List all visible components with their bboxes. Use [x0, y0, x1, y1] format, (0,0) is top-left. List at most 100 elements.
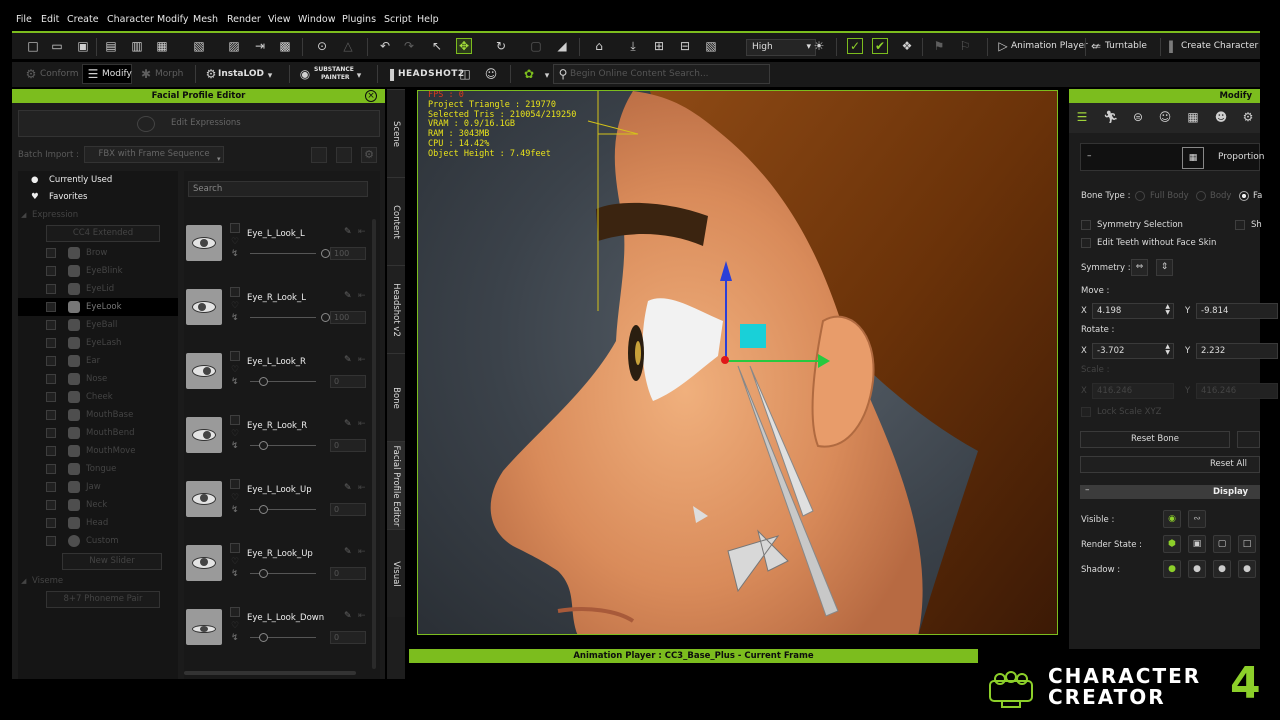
animation-player-icon[interactable]: ▷ [996, 39, 1010, 53]
light-icon[interactable]: ☀ [812, 39, 826, 53]
chevron-down-icon[interactable]: ▾ [217, 155, 221, 163]
lock-scale-checkbox[interactable] [1081, 407, 1091, 417]
heart-icon[interactable]: ♡ [231, 557, 239, 567]
checkbox[interactable] [46, 500, 56, 510]
slider-value-field[interactable]: 100 [330, 247, 366, 260]
tree-item-tongue[interactable]: Tongue [18, 460, 178, 478]
checkbox[interactable] [46, 374, 56, 384]
slider-knob[interactable] [259, 441, 268, 450]
proportion-header[interactable]: – ▦ Proportion [1080, 143, 1264, 171]
tab-scene[interactable]: Scene [387, 89, 405, 177]
tree-item-brow[interactable]: Brow [18, 244, 178, 262]
slider-value-field[interactable]: 0 [330, 439, 366, 452]
flag-icon[interactable]: ⚐ [958, 39, 972, 53]
slider-knob[interactable] [259, 505, 268, 514]
morph-icon[interactable]: ⊜ [1131, 110, 1145, 124]
new-file-icon[interactable]: □ [26, 39, 40, 53]
tree-item-favorites[interactable]: ♥ Favorites [18, 188, 178, 206]
move-x-field[interactable]: 4.198 ▲ ▼ [1092, 303, 1174, 319]
batch-import-select[interactable]: FBX with Frame Sequence [84, 146, 224, 163]
shadow-receive-icon[interactable]: ● [1188, 560, 1206, 578]
checkbox[interactable] [230, 415, 240, 425]
head-icon[interactable]: ☻ [1214, 110, 1228, 124]
import-icon[interactable]: ▤ [104, 39, 118, 53]
checkbox[interactable] [46, 446, 56, 456]
pin-icon[interactable]: ✎ [344, 483, 352, 493]
3d-viewport[interactable]: FPS : 0 Project Triangle : 219770 Select… [417, 90, 1058, 635]
tab-bone[interactable]: Bone [387, 353, 405, 441]
slider-knob[interactable] [321, 313, 330, 322]
checkbox[interactable] [46, 392, 56, 402]
tab-headshot-v2[interactable]: Headshot v2 [387, 265, 405, 353]
radio-full-body[interactable] [1135, 191, 1145, 201]
modify-button[interactable]: ☰ Modify [82, 64, 132, 84]
chevron-down-icon[interactable]: ▾ [540, 69, 554, 83]
tree-item-jaw[interactable]: Jaw [18, 478, 178, 496]
heart-icon[interactable]: ♡ [231, 301, 239, 311]
checkbox[interactable] [230, 479, 240, 489]
heart-icon[interactable]: ♡ [231, 237, 239, 247]
checkbox[interactable] [46, 482, 56, 492]
chevron-down-icon[interactable]: ▾ [352, 69, 366, 83]
tree-item-neck[interactable]: Neck [18, 496, 178, 514]
lightning-icon[interactable]: ↯ [231, 377, 239, 387]
instalod-icon[interactable]: ⚙ [204, 67, 218, 81]
redo-icon[interactable]: ↷ [402, 39, 416, 53]
heart-icon[interactable]: ♡ [231, 493, 239, 503]
pin-icon[interactable]: ✎ [344, 227, 352, 237]
lightning-icon[interactable]: ↯ [231, 441, 239, 451]
menu-edit[interactable]: Edit [41, 14, 59, 25]
fbx-export-icon[interactable]: ▧ [192, 39, 206, 53]
checkbox[interactable] [46, 284, 56, 294]
checkbox[interactable] [230, 223, 240, 233]
headshot-icon[interactable]: ❚ [385, 67, 399, 81]
headshot-button[interactable]: HEADSHOT2 [398, 69, 465, 79]
headshot-face-icon[interactable]: ☺ [484, 67, 498, 81]
gear-icon[interactable]: ⚙ [1241, 110, 1255, 124]
animation-player-bar[interactable]: Animation Player : CC3_Base_Plus - Curre… [409, 649, 978, 663]
scale-x-field[interactable]: 416.246 [1092, 383, 1174, 399]
lightning-icon[interactable]: ↯ [231, 633, 239, 643]
cube-icon[interactable]: ▣ [1188, 535, 1206, 553]
tree-item-head[interactable]: Head [18, 514, 178, 532]
slider-value-field[interactable]: 0 [330, 631, 366, 644]
checkbox[interactable] [46, 356, 56, 366]
bounding-box-icon[interactable]: □ [1238, 535, 1256, 553]
checkbox[interactable] [46, 410, 56, 420]
tree-item-cheek[interactable]: Cheek [18, 388, 178, 406]
select-arrow-icon[interactable]: ↖ [430, 39, 444, 53]
open-folder-icon[interactable]: ▭ [50, 39, 64, 53]
turntable-icon[interactable]: ⇍ [1089, 39, 1103, 53]
tree-item-expression[interactable]: ◢ Expression [18, 206, 178, 224]
tree-item-mouthbase[interactable]: MouthBase [18, 406, 178, 424]
tree-item-nose[interactable]: Nose [18, 370, 178, 388]
smart-search-icon[interactable]: ⊙ [315, 39, 329, 53]
save-icon[interactable]: ▣ [76, 39, 90, 53]
gizmo-center[interactable] [721, 356, 729, 364]
symmetry-selection-checkbox[interactable] [1081, 220, 1091, 230]
menu-plugins[interactable]: Plugins [342, 14, 376, 25]
slider-knob[interactable] [321, 249, 330, 258]
checker-icon[interactable]: ▦ [1186, 110, 1200, 124]
tab-facial-profile-editor[interactable]: Facial Profile Editor [387, 441, 405, 529]
checkbox[interactable] [230, 287, 240, 297]
heart-icon[interactable]: ♡ [231, 429, 239, 439]
checkbox[interactable] [46, 536, 56, 546]
scale-y-field[interactable]: 416.246 [1196, 383, 1278, 399]
reset-icon[interactable]: ⇤ [358, 419, 366, 429]
extra-button[interactable] [1237, 431, 1260, 448]
pin-icon[interactable]: ✎ [344, 547, 352, 557]
home-camera-icon[interactable]: ⌂ [592, 39, 606, 53]
menu-modify[interactable]: Modify [157, 14, 188, 25]
checkbox[interactable] [230, 351, 240, 361]
reset-icon[interactable]: ⇤ [358, 291, 366, 301]
new-slider-button[interactable]: New Slider [62, 553, 162, 570]
lightning-icon[interactable]: ↯ [231, 569, 239, 579]
transform-icon[interactable]: ◢ [555, 39, 569, 53]
phoneme-pair-button[interactable]: 8+7 Phoneme Pair [46, 591, 160, 608]
shadow-cast-icon[interactable]: ● [1213, 560, 1231, 578]
tab-content[interactable]: Content [387, 177, 405, 265]
instalod-button[interactable]: InstaLOD [218, 69, 264, 79]
gear-icon[interactable]: ⚙ [361, 147, 377, 163]
slider-search-input[interactable]: Search [188, 181, 368, 197]
